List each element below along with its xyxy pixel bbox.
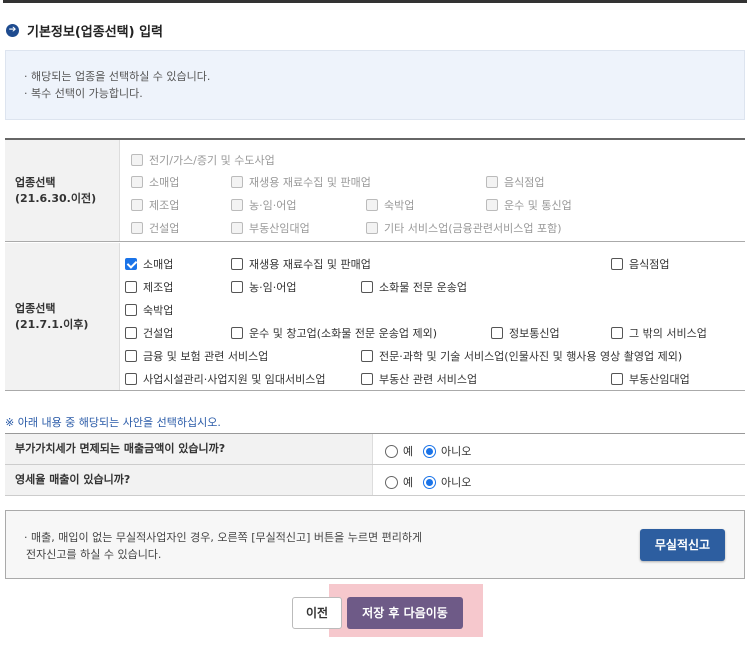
checkbox-icon bbox=[131, 154, 143, 166]
question-row-zero-rate: 영세율 매출이 있습니까? 예 아니오 bbox=[5, 465, 745, 496]
checkbox-old-lodging: 숙박업 bbox=[366, 197, 414, 213]
question-label: 부가가치세가 면제되는 매출금액이 있습니까? bbox=[5, 434, 373, 464]
checkbox-icon bbox=[231, 281, 243, 293]
checkbox-icon bbox=[231, 199, 243, 211]
header-date: (21.6.30.이전) bbox=[15, 191, 97, 205]
checkbox-old-transport: 운수 및 통신업 bbox=[486, 197, 572, 213]
checkbox-icon bbox=[125, 373, 137, 385]
checkbox-finance[interactable]: 금융 및 보험 관련 서비스업 bbox=[125, 348, 268, 364]
checkbox-transport-warehouse[interactable]: 운수 및 창고업(소화물 전문 운송업 제외) bbox=[231, 325, 437, 341]
checkbox-icon bbox=[125, 281, 137, 293]
checkbox-old-construction: 건설업 bbox=[131, 220, 179, 236]
checkbox-old-restaurant: 음식점업 bbox=[486, 174, 544, 190]
info-line: 해당되는 업종을 선택하실 수 있습니다. bbox=[24, 68, 726, 85]
radio-selected-icon bbox=[423, 475, 436, 489]
header-date: (21.7.1.이후) bbox=[15, 317, 89, 331]
checkbox-icon bbox=[125, 327, 137, 339]
industry-table-old: 업종선택 (21.6.30.이전) 전기/가스/증기 및 수도사업 소매업 재생… bbox=[5, 138, 745, 242]
checkbox-icon bbox=[361, 350, 373, 362]
no-activity-report-button[interactable]: 무실적신고 bbox=[640, 529, 725, 561]
checkbox-lodging[interactable]: 숙박업 bbox=[125, 302, 173, 318]
checkbox-old-utilities: 전기/가스/증기 및 수도사업 bbox=[131, 152, 275, 168]
checkbox-other-services[interactable]: 그 밖의 서비스업 bbox=[611, 325, 707, 341]
checkbox-icon bbox=[611, 258, 623, 270]
checkbox-checked-icon bbox=[125, 258, 137, 270]
checkbox-agriculture[interactable]: 농·임·어업 bbox=[231, 279, 296, 295]
checkbox-icon bbox=[231, 327, 243, 339]
info-line: 복수 선택이 가능합니다. bbox=[24, 85, 726, 102]
save-next-button[interactable]: 저장 후 다음이동 bbox=[347, 597, 463, 629]
arrow-circle-icon: ➔ bbox=[6, 24, 19, 37]
prev-button[interactable]: 이전 bbox=[292, 597, 342, 629]
header-label: 업종선택 bbox=[15, 301, 56, 315]
checkbox-icon bbox=[231, 258, 243, 270]
checkbox-it[interactable]: 정보통신업 bbox=[491, 325, 560, 341]
section-title: 기본정보(업종선택) 입력 bbox=[27, 25, 164, 40]
checkbox-icon bbox=[131, 199, 143, 211]
radio-no[interactable]: 아니오 bbox=[423, 474, 471, 490]
question-label: 영세율 매출이 있습니까? bbox=[5, 465, 373, 495]
checkbox-icon bbox=[491, 327, 503, 339]
checkbox-icon bbox=[231, 176, 243, 188]
checkbox-old-retail: 소매업 bbox=[131, 174, 179, 190]
row-header-new: 업종선택 (21.7.1.이후) bbox=[5, 243, 120, 390]
checkbox-icon bbox=[366, 199, 378, 211]
checkbox-icon bbox=[486, 176, 498, 188]
question-row-vat-exempt: 부가가치세가 면제되는 매출금액이 있습니까? 예 아니오 bbox=[5, 434, 745, 465]
checkbox-recycling[interactable]: 재생용 재료수집 및 판매업 bbox=[231, 256, 371, 272]
checkbox-icon bbox=[361, 281, 373, 293]
info-box: 해당되는 업종을 선택하실 수 있습니다. 복수 선택이 가능합니다. bbox=[5, 50, 745, 120]
checkbox-realestate-rental[interactable]: 부동산임대업 bbox=[611, 371, 690, 387]
question-table: 부가가치세가 면제되는 매출금액이 있습니까? 예 아니오 영세율 매출이 있습… bbox=[5, 433, 745, 496]
notice-line: 전자신고를 하실 수 있습니다. bbox=[26, 548, 162, 561]
checkbox-icon bbox=[611, 327, 623, 339]
checkbox-icon bbox=[231, 222, 243, 234]
section-header: ➔ 기본정보(업종선택) 입력 bbox=[6, 21, 163, 40]
checkbox-old-other-services: 기타 서비스업(금융관련서비스업 포함) bbox=[366, 220, 562, 236]
checkbox-construction[interactable]: 건설업 bbox=[125, 325, 173, 341]
checkbox-facility-mgmt[interactable]: 사업시설관리·사업지원 및 임대서비스업 bbox=[125, 371, 326, 387]
radio-yes[interactable]: 예 bbox=[385, 443, 413, 459]
checkbox-icon bbox=[131, 222, 143, 234]
header-label: 업종선택 bbox=[15, 175, 56, 189]
selection-note: ※ 아래 내용 중 해당되는 사안을 선택하십시오. bbox=[5, 416, 221, 429]
radio-icon bbox=[385, 444, 398, 458]
checkbox-manufacturing[interactable]: 제조업 bbox=[125, 279, 173, 295]
top-border bbox=[3, 0, 747, 3]
checkbox-icon bbox=[125, 350, 137, 362]
checkbox-old-manufacturing: 제조업 bbox=[131, 197, 179, 213]
checkbox-icon bbox=[131, 176, 143, 188]
checkbox-old-agriculture: 농·임·어업 bbox=[231, 197, 296, 213]
checkbox-restaurant[interactable]: 음식점업 bbox=[611, 256, 669, 272]
radio-yes[interactable]: 예 bbox=[385, 474, 413, 490]
checkbox-small-parcel[interactable]: 소화물 전문 운송업 bbox=[361, 279, 467, 295]
checkbox-icon bbox=[611, 373, 623, 385]
checkbox-icon bbox=[366, 222, 378, 234]
notice-line: 매출, 매입이 없는 무실적사업자인 경우, 오른쪽 [무실적신고] 버튼을 누… bbox=[24, 529, 726, 546]
checkbox-old-realestate-rental: 부동산임대업 bbox=[231, 220, 310, 236]
row-header-old: 업종선택 (21.6.30.이전) bbox=[5, 140, 120, 241]
checkbox-icon bbox=[361, 373, 373, 385]
checkbox-science-tech[interactable]: 전문·과학 및 기술 서비스업(인물사진 및 행사용 영상 촬영업 제외) bbox=[361, 348, 682, 364]
radio-no[interactable]: 아니오 bbox=[423, 443, 471, 459]
radio-selected-icon bbox=[423, 444, 436, 458]
checkbox-old-recycling: 재생용 재료수집 및 판매업 bbox=[231, 174, 371, 190]
no-activity-notice: 매출, 매입이 없는 무실적사업자인 경우, 오른쪽 [무실적신고] 버튼을 누… bbox=[5, 510, 745, 579]
industry-table-new: 업종선택 (21.7.1.이후) 소매업 재생용 재료수집 및 판매업 음식점업… bbox=[5, 243, 745, 391]
checkbox-icon bbox=[125, 304, 137, 316]
checkbox-retail[interactable]: 소매업 bbox=[125, 256, 173, 272]
checkbox-realestate-services[interactable]: 부동산 관련 서비스업 bbox=[361, 371, 477, 387]
checkbox-icon bbox=[486, 199, 498, 211]
radio-icon bbox=[385, 475, 398, 489]
